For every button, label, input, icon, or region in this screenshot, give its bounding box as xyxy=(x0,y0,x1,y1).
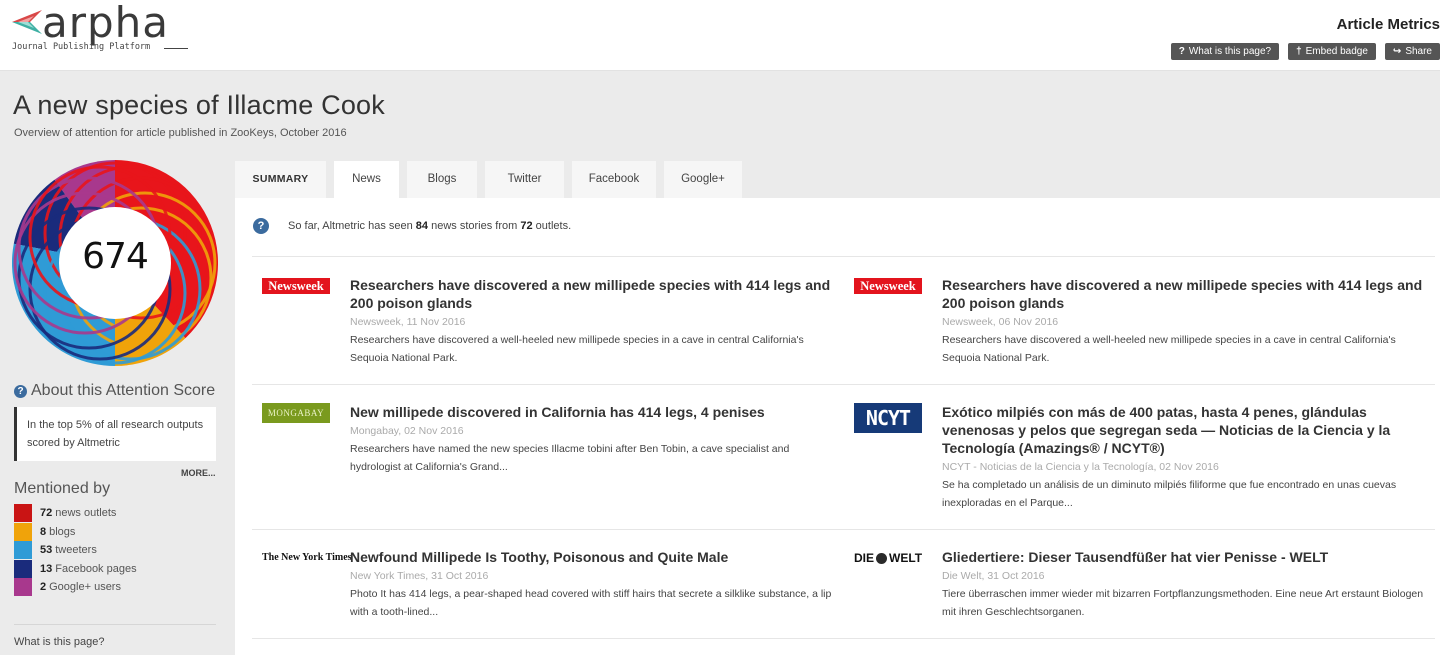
pin-icon: † xyxy=(1296,46,1302,57)
embed-badge-button[interactable]: † Embed badge xyxy=(1288,43,1376,60)
about-title-text: About this Attention Score xyxy=(31,382,216,399)
row-divider xyxy=(252,638,1435,639)
mentioned-by-heading: Mentioned by xyxy=(14,480,111,497)
story-title[interactable]: New millipede discovered in California h… xyxy=(350,403,840,421)
mention-label: news outlets xyxy=(55,507,117,520)
what-is-this-page-link[interactable]: What is this page? xyxy=(14,636,105,648)
mention-count: 2 xyxy=(40,581,47,594)
logo-underline xyxy=(164,48,188,49)
button-label: What is this page? xyxy=(1188,46,1272,57)
more-link[interactable]: MORE... xyxy=(181,468,216,478)
mention-label: blogs xyxy=(49,525,76,538)
what-is-this-page-button[interactable]: ? What is this page? xyxy=(1170,43,1280,60)
news-summary: ? So far, Altmetric has seen 84 news sto… xyxy=(253,218,571,234)
story-count: 84 xyxy=(415,220,429,232)
news-summary-text: So far, Altmetric has seen 84 news stori… xyxy=(288,220,572,232)
row-divider xyxy=(252,529,1435,530)
story-meta: New York Times, 31 Oct 2016 xyxy=(350,570,489,582)
button-label: Share xyxy=(1405,46,1432,57)
story-title[interactable]: Exótico milpiés con más de 400 patas, ha… xyxy=(942,403,1432,457)
facebook-swatch xyxy=(14,559,32,578)
arpha-logo-mark-icon xyxy=(12,10,42,34)
tab-news[interactable]: News xyxy=(334,161,399,198)
mention-googleplus[interactable]: 2 Google+ users xyxy=(14,578,137,597)
story-excerpt: Photo It has 414 legs, a pear-shaped hea… xyxy=(350,588,832,618)
news-swatch xyxy=(14,504,32,523)
story-meta: Die Welt, 31 Oct 2016 xyxy=(942,570,1045,582)
mentions-list: 72 news outlets 8 blogs 53 tweeters 13 Faceb… xyxy=(14,504,137,597)
newsweek-logo-icon: Newsweek xyxy=(854,278,922,294)
question-icon: ? xyxy=(1178,46,1185,57)
tab-googleplus[interactable]: Google+ xyxy=(664,161,742,198)
question-circle-icon: ? xyxy=(14,385,27,398)
row-divider xyxy=(252,256,1435,257)
story-meta: Newsweek, 11 Nov 2016 xyxy=(350,316,466,328)
share-icon: ↪ xyxy=(1392,46,1402,57)
newsweek-logo-icon: Newsweek xyxy=(262,278,330,294)
mention-blogs[interactable]: 8 blogs xyxy=(14,522,137,542)
story-excerpt: Researchers have named the new species I… xyxy=(350,443,790,473)
story-title[interactable]: Gliedertiere: Dieser Tausendfüßer hat vi… xyxy=(942,548,1432,566)
page-title: A new species of Illacme Cook xyxy=(13,90,385,120)
outlet-count: 72 xyxy=(520,220,533,232)
tweeters-swatch xyxy=(14,541,32,560)
story-title[interactable]: Researchers have discovered a new millip… xyxy=(942,276,1432,312)
top-header: arpha Journal Publishing Platform Articl… xyxy=(0,0,1440,71)
arpha-logo[interactable]: arpha Journal Publishing Platform xyxy=(12,0,192,54)
share-button[interactable]: ↪ Share xyxy=(1384,43,1440,60)
globe-icon xyxy=(876,552,888,564)
story-meta: Mongabay, 02 Nov 2016 xyxy=(350,425,464,437)
mention-count: 13 xyxy=(40,562,53,575)
story-excerpt: Researchers have discovered a well-heele… xyxy=(350,334,804,364)
tab-blogs[interactable]: Blogs xyxy=(407,161,477,198)
mongabay-logo-icon: MONGABAY xyxy=(262,403,330,423)
tab-summary[interactable]: SUMMARY xyxy=(235,161,326,198)
story-excerpt: Researchers have discovered a well-heele… xyxy=(942,334,1396,364)
mention-count: 72 xyxy=(40,507,53,520)
news-panel: ? So far, Altmetric has seen 84 news sto… xyxy=(235,198,1440,655)
story-excerpt: Se ha completado un análisis de un dimin… xyxy=(942,479,1397,509)
outlet-logo: MONGABAY xyxy=(262,403,338,433)
source-tabs: SUMMARY News Blogs Twitter Facebook Goog… xyxy=(235,161,742,198)
row-divider xyxy=(252,384,1435,385)
mention-label: Facebook pages xyxy=(55,562,137,575)
outlet-logo: Newsweek xyxy=(854,276,930,306)
mention-tweeters[interactable]: 53 tweeters xyxy=(14,541,137,560)
tab-twitter[interactable]: Twitter xyxy=(485,161,564,198)
button-label: Embed badge xyxy=(1305,46,1368,57)
nytimes-logo-icon: The New York Times xyxy=(262,552,352,563)
outlet-logo: NCYT xyxy=(854,403,930,433)
logo-tagline: Journal Publishing Platform xyxy=(12,42,151,52)
story-meta: Newsweek, 06 Nov 2016 xyxy=(942,316,1059,328)
attention-score: 674 xyxy=(82,236,149,277)
mention-label: Google+ users xyxy=(49,581,121,594)
mention-count: 53 xyxy=(40,544,53,557)
header-buttons: ? What is this page? † Embed badge ↪ Share xyxy=(1170,43,1440,60)
outlet-logo: DIE WELT xyxy=(854,548,930,578)
tab-facebook[interactable]: Facebook xyxy=(572,161,656,198)
story-meta: NCYT - Noticias de la Ciencia y la Tecno… xyxy=(942,461,1219,473)
story-title[interactable]: Researchers have discovered a new millip… xyxy=(350,276,840,312)
die-welt-logo-icon: DIE WELT xyxy=(854,551,923,565)
help-circle-icon[interactable]: ? xyxy=(253,218,269,234)
score-context-box: In the top 5% of all research outputs sc… xyxy=(14,407,216,461)
mention-label: tweeters xyxy=(55,544,97,557)
googleplus-swatch xyxy=(14,578,32,597)
ncyt-logo-icon: NCYT xyxy=(854,403,922,433)
story-excerpt: Tiere überraschen immer wieder mit bizar… xyxy=(942,588,1424,618)
mention-news[interactable]: 72 news outlets xyxy=(14,504,137,523)
mention-facebook[interactable]: 13 Facebook pages xyxy=(14,559,137,579)
page-subtitle: Overview of attention for article publis… xyxy=(14,127,347,139)
outlet-logo: Newsweek xyxy=(262,276,338,306)
article-metrics-heading: Article Metrics xyxy=(1336,16,1440,33)
logo-wordmark: arpha xyxy=(42,0,170,47)
outlet-logo: The New York Times xyxy=(262,548,352,578)
blogs-swatch xyxy=(14,522,32,541)
about-score-heading[interactable]: ? About this Attention Score xyxy=(14,382,215,400)
sidebar-divider xyxy=(14,624,216,625)
story-title[interactable]: Newfound Millipede Is Toothy, Poisonous … xyxy=(350,548,840,566)
mention-count: 8 xyxy=(40,525,47,538)
